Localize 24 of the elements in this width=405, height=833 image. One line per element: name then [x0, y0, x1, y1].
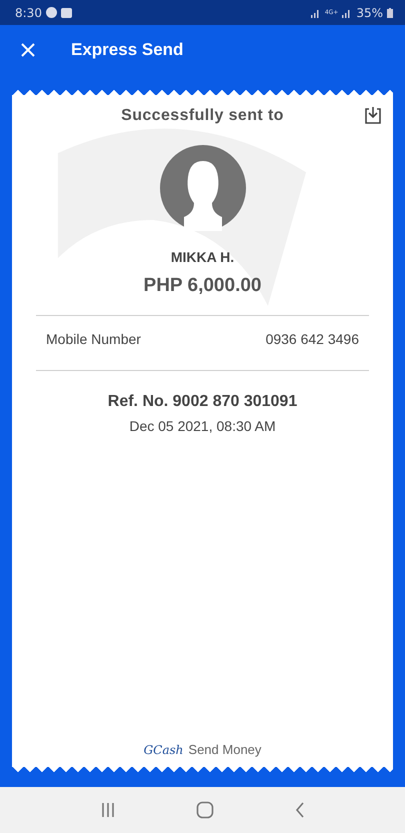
avatar-icon [160, 145, 246, 231]
download-icon [363, 105, 383, 125]
back-icon [294, 802, 304, 818]
success-heading: Successfully sent to [121, 107, 284, 125]
detail-label: Mobile Number [46, 331, 141, 349]
rounded-square-icon [196, 801, 214, 819]
reference-number: Ref. No. 9002 870 301091 [108, 393, 298, 411]
transaction-date: Dec 05 2021, 08:30 AM [129, 418, 276, 434]
signal-icon [310, 8, 321, 18]
recipient-name: MIKKA H. [170, 249, 234, 265]
battery-level: 35% [356, 6, 383, 20]
close-icon [21, 43, 35, 57]
close-button[interactable] [19, 41, 37, 59]
brand-name: GCash [144, 743, 184, 757]
download-button[interactable] [363, 105, 383, 125]
footer-label: Send Money [188, 742, 262, 757]
image-icon [60, 8, 72, 18]
battery-icon [387, 8, 393, 18]
three-lines-icon [100, 802, 114, 818]
signal-icon [342, 8, 352, 18]
clock-time: 8:30 [15, 6, 42, 20]
detail-value: 0936 642 3496 [266, 331, 359, 349]
amount-sent: PHP 6,000.00 [144, 275, 262, 297]
screen-title: Express Send [71, 40, 184, 60]
